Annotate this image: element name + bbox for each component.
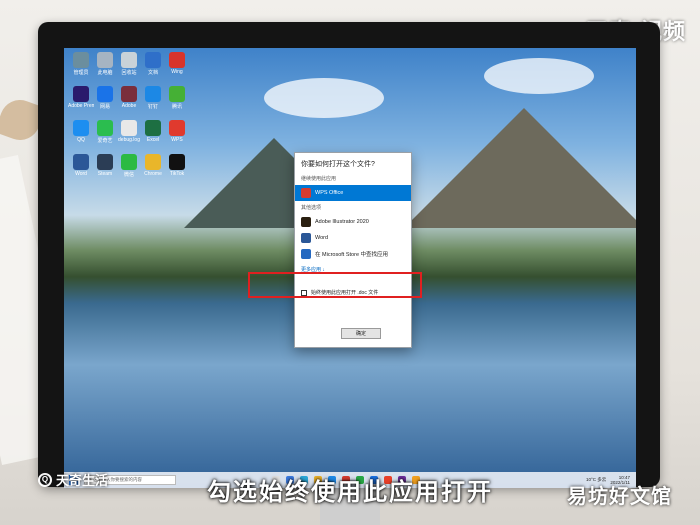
app-icon: [169, 86, 185, 102]
app-icon: [121, 86, 137, 102]
desktop-icon[interactable]: 爱奇艺: [94, 120, 116, 148]
desktop-icon-label: 钉钉: [147, 104, 158, 110]
desktop-icon[interactable]: Adobe: [118, 86, 140, 114]
app-icon: [97, 52, 113, 68]
desktop-icon-label: 文档: [147, 70, 158, 76]
open-with-dialog: 你要如何打开这个文件? 继续使用此应用 WPS Office 其他选项 Adob…: [294, 152, 412, 348]
illustrator-icon: [301, 217, 311, 227]
desktop-icon[interactable]: 文档: [142, 52, 164, 80]
app-icon: [97, 154, 113, 170]
desktop-icon[interactable]: 微信: [118, 154, 140, 182]
app-icon: [169, 52, 185, 68]
app-icon: [145, 120, 161, 136]
ok-button[interactable]: 确定: [341, 328, 381, 339]
desktop-icon[interactable]: Word: [70, 154, 92, 182]
desktop-icon[interactable]: TikTok: [166, 154, 188, 182]
desktop-icon-label: 回收站: [121, 70, 137, 76]
desktop-icon[interactable]: Steam: [94, 154, 116, 182]
app-icon: [169, 154, 185, 170]
desktop-icon[interactable]: Chrome: [142, 154, 164, 182]
desktop-icon-label: 微信: [123, 172, 134, 178]
app-option-wps[interactable]: WPS Office: [295, 185, 411, 201]
desktop-icon[interactable]: 网易: [94, 86, 116, 114]
monitor: 管理员 此电脑 回收站 文档 Wing Adobe Premiere 网易 Adobe 钉钉 腾讯…: [38, 22, 660, 488]
dialog-title: 你要如何打开这个文件?: [301, 161, 375, 168]
app-option-illustrator[interactable]: Adobe Illustrator 2020: [295, 214, 411, 230]
app-icon: [97, 120, 113, 136]
app-icon: [169, 120, 185, 136]
desktop-icon-label: debug.log: [118, 137, 140, 143]
desktop-icon-label: TikTok: [169, 171, 185, 177]
app-icon: [73, 52, 89, 68]
desktop-icon-label: QQ: [77, 137, 85, 143]
keep-using-label: 继续使用此应用: [301, 176, 337, 182]
app-icon: [121, 154, 137, 170]
desktop-icon[interactable]: WPS: [166, 120, 188, 148]
desktop-icon[interactable]: 回收站: [118, 52, 140, 80]
cloud: [484, 58, 594, 94]
desktop-icon-label: Adobe: [121, 103, 137, 109]
desktop-icon[interactable]: 腾讯: [166, 86, 188, 114]
app-option-label: Word: [315, 235, 329, 241]
app-icon: [145, 154, 161, 170]
desktop-icon-label: Wing: [171, 69, 183, 75]
app-option-label: Adobe Illustrator 2020: [315, 219, 369, 225]
desktop-icon[interactable]: 钉钉: [142, 86, 164, 114]
desktop-icon-label: 爱奇艺: [97, 138, 113, 144]
desktop-screen: 管理员 此电脑 回收站 文档 Wing Adobe Premiere 网易 Adobe 钉钉 腾讯…: [64, 48, 636, 488]
highlight-annotation-box: [248, 272, 422, 298]
app-option-label: WPS Office: [315, 190, 344, 196]
desktop-icon[interactable]: 此电脑: [94, 52, 116, 80]
app-icon: [73, 154, 89, 170]
desktop-icon-label: 此电脑: [97, 70, 113, 76]
mountain: [404, 108, 636, 228]
desktop-icon-label: 管理员: [73, 70, 89, 76]
desktop-icon[interactable]: debug.log: [118, 120, 140, 148]
wps-icon: [301, 188, 311, 198]
app-icon: [73, 120, 89, 136]
app-icon: [121, 52, 137, 68]
desktop-icon-label: Steam: [97, 171, 113, 177]
store-icon: [301, 249, 311, 259]
desktop-icon-label: Chrome: [144, 171, 162, 177]
app-option-word[interactable]: Word: [295, 230, 411, 246]
app-option-label: 在 Microsoft Store 中查找应用: [315, 252, 389, 258]
desktop-icon[interactable]: QQ: [70, 120, 92, 148]
app-icon: [121, 120, 137, 136]
desktop-icon[interactable]: Excel: [142, 120, 164, 148]
desktop-icon-label: WPS: [171, 137, 183, 143]
desktop-icon-label: Excel: [146, 137, 160, 143]
desktop-icon-label: Adobe Premiere: [68, 103, 94, 109]
desktop-icon[interactable]: Wing: [166, 52, 188, 80]
desktop-icon-label: 网易: [99, 104, 110, 110]
watermark-bottom-right: 易坊好文馆: [567, 486, 672, 508]
word-icon: [301, 233, 311, 243]
desktop-icon[interactable]: Adobe Premiere: [68, 86, 94, 114]
app-icon: [145, 52, 161, 68]
app-icon: [145, 86, 161, 102]
other-options-label: 其他选项: [301, 205, 322, 211]
desktop-icon-label: Word: [75, 171, 87, 177]
app-icon: [97, 86, 113, 102]
cloud: [264, 78, 384, 118]
desktop-icon[interactable]: 管理员: [70, 52, 92, 80]
app-option-store[interactable]: 在 Microsoft Store 中查找应用: [295, 246, 411, 262]
app-icon: [73, 86, 89, 102]
desktop-icon-label: 腾讯: [171, 104, 182, 110]
